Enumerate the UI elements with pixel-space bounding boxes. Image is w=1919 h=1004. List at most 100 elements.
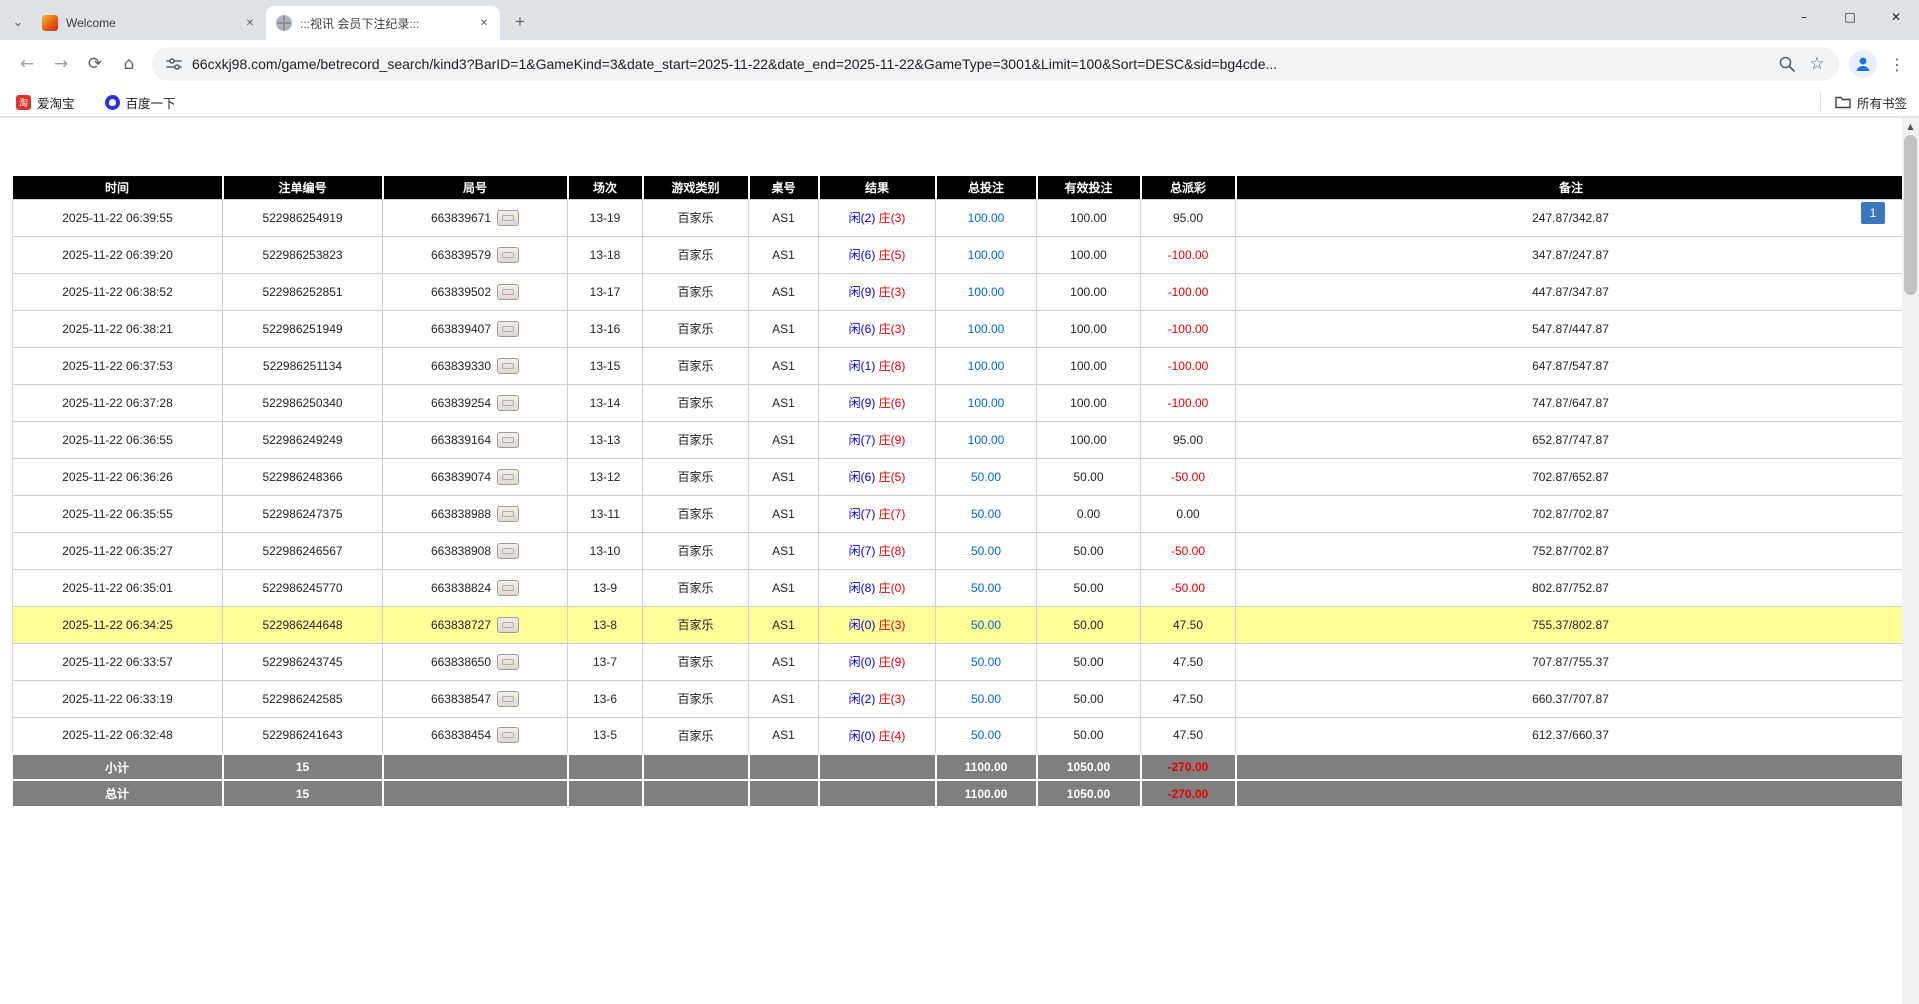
bookmark-star-icon[interactable]: ☆ bbox=[1805, 52, 1829, 76]
result-banker: 庄(3) bbox=[879, 618, 906, 632]
url-bar[interactable]: 66cxkj98.com/game/betrecord_search/kind3… bbox=[152, 47, 1839, 81]
tab-bet-record[interactable]: :::视讯 会员下注纪录::: ✕ bbox=[266, 6, 500, 40]
total-bet-link[interactable]: 50.00 bbox=[971, 692, 1001, 706]
result-banker: 庄(6) bbox=[879, 396, 906, 410]
total-bet-link[interactable]: 50.00 bbox=[971, 507, 1001, 521]
table-row[interactable]: 2025-11-22 06:39:20522986253823663839579… bbox=[13, 236, 1906, 273]
site-info-icon[interactable] bbox=[164, 54, 184, 74]
total-bet-link[interactable]: 100.00 bbox=[968, 211, 1005, 225]
forward-icon[interactable]: → bbox=[44, 47, 78, 81]
result-player: 闲(7) bbox=[849, 433, 876, 447]
total-bet-link[interactable]: 50.00 bbox=[971, 544, 1001, 558]
total-bet-link[interactable]: 50.00 bbox=[971, 470, 1001, 484]
replay-video-icon[interactable] bbox=[497, 506, 519, 522]
total-bet-link[interactable]: 100.00 bbox=[968, 359, 1005, 373]
cell-total-bet: 100.00 bbox=[936, 236, 1037, 273]
cell-payout: -50.00 bbox=[1141, 532, 1236, 569]
cell-game-type: 百家乐 bbox=[643, 680, 749, 717]
replay-video-icon[interactable] bbox=[497, 543, 519, 559]
column-header: 场次 bbox=[568, 176, 643, 199]
total-bet-link[interactable]: 50.00 bbox=[971, 618, 1001, 632]
cell-payout: 95.00 bbox=[1141, 421, 1236, 458]
bookmark-baidu[interactable]: 百度一下 bbox=[101, 90, 180, 114]
replay-video-icon[interactable] bbox=[497, 617, 519, 633]
minimize-button[interactable]: – bbox=[1781, 0, 1827, 34]
cell-table-no: AS1 bbox=[749, 421, 819, 458]
table-row[interactable]: 2025-11-22 06:33:57522986243745663838650… bbox=[13, 643, 1906, 680]
browser-menu-icon[interactable]: ⋮ bbox=[1885, 52, 1909, 76]
table-row[interactable]: 2025-11-22 06:32:48522986241643663838454… bbox=[13, 717, 1906, 754]
tab-search-chevron-icon[interactable]: ⌄ bbox=[4, 8, 32, 36]
table-row[interactable]: 2025-11-22 06:37:28522986250340663839254… bbox=[13, 384, 1906, 421]
pagination-page-1[interactable]: 1 bbox=[1861, 202, 1885, 224]
replay-video-icon[interactable] bbox=[497, 654, 519, 670]
scrollbar-thumb[interactable] bbox=[1904, 135, 1917, 295]
table-row[interactable]: 2025-11-22 06:35:27522986246567663838908… bbox=[13, 532, 1906, 569]
table-row[interactable]: 2025-11-22 06:36:26522986248366663839074… bbox=[13, 458, 1906, 495]
summary-count: 15 bbox=[223, 754, 383, 780]
cell-result: 闲(9) 庄(6) bbox=[819, 384, 936, 421]
table-row[interactable]: 2025-11-22 06:39:55522986254919663839671… bbox=[13, 199, 1906, 236]
table-row[interactable]: 2025-11-22 06:34:25522986244648663838727… bbox=[13, 606, 1906, 643]
cell-bet-id: 522986251134 bbox=[223, 347, 383, 384]
cell-result: 闲(9) 庄(3) bbox=[819, 273, 936, 310]
table-row[interactable]: 2025-11-22 06:38:21522986251949663839407… bbox=[13, 310, 1906, 347]
total-bet-link[interactable]: 100.00 bbox=[968, 396, 1005, 410]
table-row[interactable]: 2025-11-22 06:35:55522986247375663838988… bbox=[13, 495, 1906, 532]
total-bet-link[interactable]: 50.00 bbox=[971, 655, 1001, 669]
cell-round: 663839164 bbox=[383, 421, 568, 458]
cell-time: 2025-11-22 06:38:21 bbox=[13, 310, 223, 347]
replay-video-icon[interactable] bbox=[497, 395, 519, 411]
replay-video-icon[interactable] bbox=[497, 321, 519, 337]
tab-strip: ⌄ Welcome ✕ :::视讯 会员下注纪录::: ✕ + – □ ✕ bbox=[0, 0, 1919, 40]
table-row[interactable]: 2025-11-22 06:33:19522986242585663838547… bbox=[13, 680, 1906, 717]
total-bet-link[interactable]: 100.00 bbox=[968, 433, 1005, 447]
cell-total-bet: 50.00 bbox=[936, 643, 1037, 680]
replay-video-icon[interactable] bbox=[497, 210, 519, 226]
maximize-button[interactable]: □ bbox=[1827, 0, 1873, 34]
result-player: 闲(0) bbox=[849, 618, 876, 632]
column-header: 局号 bbox=[383, 176, 568, 199]
scroll-up-icon[interactable]: ▲ bbox=[1902, 118, 1919, 135]
column-header: 时间 bbox=[13, 176, 223, 199]
replay-video-icon[interactable] bbox=[497, 432, 519, 448]
replay-video-icon[interactable] bbox=[497, 358, 519, 374]
replay-video-icon[interactable] bbox=[497, 284, 519, 300]
column-header: 有效投注 bbox=[1037, 176, 1141, 199]
cell-remark: 702.87/652.87 bbox=[1236, 458, 1906, 495]
profile-avatar[interactable] bbox=[1849, 50, 1877, 78]
tab-welcome[interactable]: Welcome ✕ bbox=[32, 6, 266, 40]
total-bet-link[interactable]: 100.00 bbox=[968, 322, 1005, 336]
close-button[interactable]: ✕ bbox=[1873, 0, 1919, 34]
tab-close-icon[interactable]: ✕ bbox=[242, 15, 258, 31]
new-tab-button[interactable]: + bbox=[506, 8, 534, 36]
table-row[interactable]: 2025-11-22 06:38:52522986252851663839502… bbox=[13, 273, 1906, 310]
back-icon[interactable]: ← bbox=[10, 47, 44, 81]
url-text[interactable]: 66cxkj98.com/game/betrecord_search/kind3… bbox=[192, 56, 1769, 72]
replay-video-icon[interactable] bbox=[497, 580, 519, 596]
refresh-icon[interactable]: ⟳ bbox=[78, 47, 112, 81]
table-row[interactable]: 2025-11-22 06:36:55522986249249663839164… bbox=[13, 421, 1906, 458]
replay-video-icon[interactable] bbox=[497, 691, 519, 707]
cell-table-no: AS1 bbox=[749, 199, 819, 236]
total-bet-link[interactable]: 100.00 bbox=[968, 285, 1005, 299]
cell-remark: 752.87/702.87 bbox=[1236, 532, 1906, 569]
cell-round: 663839074 bbox=[383, 458, 568, 495]
all-bookmarks-button[interactable]: 所有书签 bbox=[1835, 93, 1907, 112]
replay-video-icon[interactable] bbox=[497, 247, 519, 263]
vertical-scrollbar[interactable]: ▲ bbox=[1902, 118, 1919, 1004]
round-number: 663838824 bbox=[431, 581, 491, 595]
tab-close-icon[interactable]: ✕ bbox=[476, 15, 492, 31]
home-icon[interactable]: ⌂ bbox=[112, 47, 146, 81]
result-banker: 庄(9) bbox=[879, 655, 906, 669]
zoom-icon[interactable] bbox=[1775, 52, 1799, 76]
total-bet-link[interactable]: 50.00 bbox=[971, 728, 1001, 742]
bookmark-taobao[interactable]: 淘 爱淘宝 bbox=[12, 90, 79, 114]
cell-valid-bet: 100.00 bbox=[1037, 273, 1141, 310]
table-row[interactable]: 2025-11-22 06:37:53522986251134663839330… bbox=[13, 347, 1906, 384]
total-bet-link[interactable]: 50.00 bbox=[971, 581, 1001, 595]
table-row[interactable]: 2025-11-22 06:35:01522986245770663838824… bbox=[13, 569, 1906, 606]
replay-video-icon[interactable] bbox=[497, 727, 519, 743]
total-bet-link[interactable]: 100.00 bbox=[968, 248, 1005, 262]
replay-video-icon[interactable] bbox=[497, 469, 519, 485]
